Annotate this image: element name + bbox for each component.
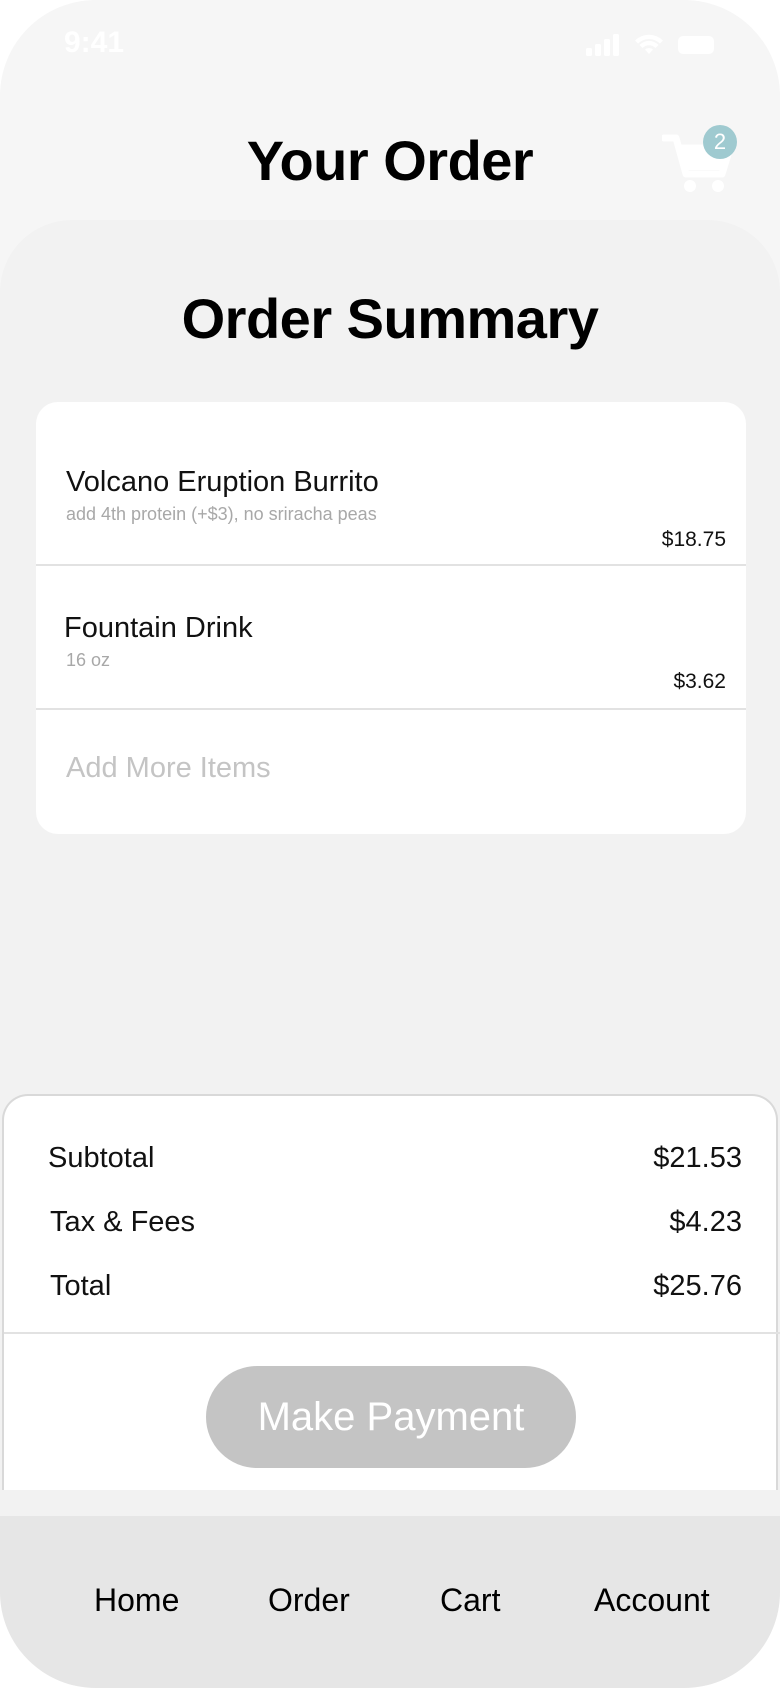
total-value: $25.76	[653, 1270, 742, 1302]
signal-icon	[586, 34, 619, 56]
nav-item-account[interactable]: Account	[594, 1582, 710, 1619]
subtotal-value: $21.53	[653, 1142, 742, 1174]
cart-count-badge: 2	[703, 125, 737, 159]
status-time: 9:41	[64, 26, 125, 59]
total-label: Total	[50, 1270, 112, 1302]
make-payment-button[interactable]: Make Payment	[206, 1366, 576, 1468]
list-item[interactable]: Volcano Eruption Burrito add 4th protein…	[36, 402, 746, 566]
item-name: Volcano Eruption Burrito	[66, 466, 379, 498]
phone-screen: 9:41 Your Order 2 Order Summary Volcano …	[0, 0, 780, 1688]
nav-item-cart[interactable]: Cart	[440, 1582, 500, 1619]
bottom-nav: Home Order Cart Account	[0, 1516, 780, 1688]
item-price: $3.62	[673, 670, 726, 693]
item-description: add 4th protein (+$3), no sriracha peas	[66, 504, 377, 524]
totals-divider	[4, 1332, 780, 1334]
summary-title: Order Summary	[181, 287, 599, 350]
subtotal-label: Subtotal	[48, 1142, 155, 1174]
totals-sheet: Subtotal $21.53 Tax & Fees $4.23 Total $…	[2, 1094, 780, 1490]
nav-item-home[interactable]: Home	[94, 1582, 179, 1619]
item-name: Fountain Drink	[64, 612, 253, 644]
tax-label: Tax & Fees	[50, 1206, 196, 1238]
tax-value: $4.23	[669, 1206, 742, 1238]
status-icons	[586, 34, 714, 56]
nav-item-order[interactable]: Order	[268, 1582, 350, 1619]
cart-button[interactable]: 2	[660, 124, 737, 196]
order-items-card: Volcano Eruption Burrito add 4th protein…	[36, 402, 746, 834]
battery-icon	[678, 36, 714, 54]
list-item[interactable]: Fountain Drink 16 oz $3.62	[36, 566, 746, 710]
add-more-items-button[interactable]: Add More Items	[66, 752, 271, 785]
wifi-icon	[635, 34, 663, 54]
item-price: $18.75	[661, 528, 726, 551]
item-description: 16 oz	[66, 650, 111, 670]
